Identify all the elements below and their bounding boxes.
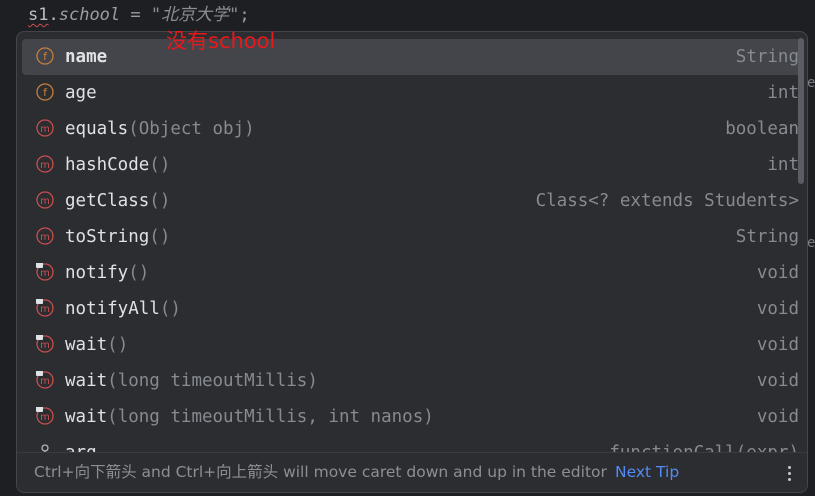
- completion-item-name: wait(long timeoutMillis): [65, 363, 318, 399]
- completion-item-name: equals(Object obj): [65, 111, 255, 147]
- item-params-text: (): [107, 335, 129, 355]
- more-vertical-icon[interactable]: [783, 463, 795, 483]
- field-icon: f: [36, 83, 54, 101]
- item-name-text: wait: [65, 371, 108, 391]
- field-icon: f: [36, 47, 54, 65]
- completion-item[interactable]: m toString() String: [22, 219, 802, 255]
- completion-item-type: int: [767, 155, 799, 175]
- completion-item-name: notifyAll(): [65, 291, 181, 327]
- svg-text:m: m: [40, 160, 50, 171]
- item-params-text: (): [149, 191, 171, 211]
- code-semicolon: ;: [239, 5, 250, 25]
- svg-text:m: m: [40, 412, 50, 423]
- svg-text:m: m: [40, 232, 50, 243]
- method-locked-icon: m: [36, 299, 54, 317]
- code-line[interactable]: s1.school = "北京大学";: [28, 3, 250, 27]
- completion-item[interactable]: f age int: [22, 75, 802, 111]
- completion-item-type: boolean: [725, 119, 799, 139]
- code-field: school: [58, 5, 121, 25]
- code-dot: .: [48, 5, 59, 25]
- completion-item-name: name: [65, 39, 107, 75]
- next-tip-link[interactable]: Next Tip: [615, 453, 679, 492]
- completion-item-type: String: [735, 227, 799, 247]
- svg-text:m: m: [40, 196, 50, 207]
- method-icon: m: [36, 227, 54, 245]
- item-params-text: (Object obj): [128, 119, 255, 139]
- method-locked-icon: m: [36, 335, 54, 353]
- completion-item[interactable]: m hashCode() int: [22, 147, 802, 183]
- completion-item-name: hashCode(): [65, 147, 170, 183]
- item-name-text: hashCode: [65, 155, 150, 175]
- completion-item-type: void: [756, 263, 799, 283]
- completion-item-type: Class<? extends Students>: [535, 191, 799, 211]
- completion-item-type: void: [756, 299, 799, 319]
- completion-item[interactable]: m wait(long timeoutMillis, int nanos) void: [22, 399, 802, 435]
- svg-text:f: f: [43, 50, 48, 63]
- svg-text:m: m: [40, 268, 50, 279]
- completion-item[interactable]: m wait() void: [22, 327, 802, 363]
- completion-item[interactable]: m wait(long timeoutMillis) void: [22, 363, 802, 399]
- item-name-text: notifyAll: [65, 299, 160, 319]
- item-params-text: (): [128, 263, 150, 283]
- svg-text:m: m: [40, 340, 50, 351]
- scrollbar-thumb[interactable]: [798, 38, 804, 184]
- method-icon: m: [36, 119, 54, 137]
- completion-item[interactable]: m notifyAll() void: [22, 291, 802, 327]
- completion-item[interactable]: m equals(Object obj) boolean: [22, 111, 802, 147]
- completion-item-name: wait(): [65, 327, 128, 363]
- item-params-text: (): [159, 299, 181, 319]
- completion-item-type: void: [756, 371, 799, 391]
- item-name-text: equals: [65, 119, 129, 139]
- item-params-text: (): [149, 155, 171, 175]
- completion-item-type: void: [756, 335, 799, 355]
- completion-item-name: age: [65, 75, 97, 111]
- completion-item[interactable]: f name String: [22, 39, 802, 75]
- completion-item-name: notify(): [65, 255, 149, 291]
- method-locked-icon: m: [36, 371, 54, 389]
- completion-popup: f name String f age int m equals(Object obj) boo…: [16, 31, 808, 493]
- annotation-note: 没有school: [166, 29, 276, 53]
- method-locked-icon: m: [36, 263, 54, 281]
- item-name-text: notify: [65, 263, 129, 283]
- item-name-text: getClass: [65, 191, 150, 211]
- item-name-text: name: [65, 47, 108, 67]
- completion-item-type: void: [756, 407, 799, 427]
- completion-item[interactable]: m notify() void: [22, 255, 802, 291]
- item-name-text: age: [65, 83, 97, 103]
- svg-text:m: m: [40, 124, 50, 135]
- completion-item[interactable]: m getClass() Class<? extends Students>: [22, 183, 802, 219]
- svg-text:m: m: [40, 304, 50, 315]
- method-icon: m: [36, 191, 54, 209]
- completion-item-type: int: [767, 83, 799, 103]
- code-variable: s1: [28, 5, 49, 25]
- completion-list: f name String f age int m equals(Object obj) boo…: [17, 37, 807, 455]
- completion-item-name: toString(): [65, 219, 170, 255]
- item-params-text: (long timeoutMillis): [107, 371, 318, 391]
- editor-edge-glyph: e: [807, 76, 815, 90]
- completion-item-name: getClass(): [65, 183, 170, 219]
- method-icon: m: [36, 155, 54, 173]
- method-locked-icon: m: [36, 407, 54, 425]
- tip-text: Ctrl+向下箭头 and Ctrl+向上箭头 will move caret …: [34, 463, 607, 481]
- editor-edge-glyph: e: [807, 236, 815, 250]
- item-name-text: toString: [65, 227, 150, 247]
- code-string: "北京大学": [150, 5, 240, 25]
- svg-text:m: m: [40, 376, 50, 387]
- code-operator: =: [120, 5, 151, 25]
- completion-item-name: wait(long timeoutMillis, int nanos): [65, 399, 434, 435]
- item-name-text: wait: [65, 335, 108, 355]
- completion-item-type: String: [735, 47, 799, 67]
- item-name-text: wait: [65, 407, 108, 427]
- item-params-text: (): [149, 227, 171, 247]
- tip-footer: Ctrl+向下箭头 and Ctrl+向上箭头 will move caret …: [17, 452, 807, 492]
- svg-text:f: f: [43, 86, 48, 99]
- item-params-text: (long timeoutMillis, int nanos): [107, 407, 434, 427]
